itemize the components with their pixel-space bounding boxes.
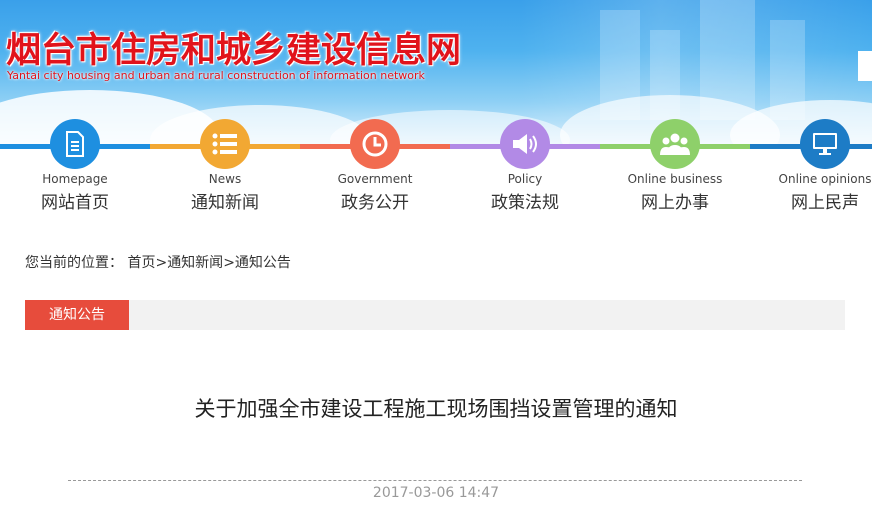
nav-item-online-business[interactable]: Online business 网上办事 — [600, 119, 750, 219]
nav-label-en: News — [208, 172, 242, 186]
site-subtitle: Yantai city housing and urban and rural … — [7, 69, 425, 82]
nav-label-cn: 网上民声 — [791, 193, 859, 213]
breadcrumb-link-news[interactable]: 通知新闻 — [167, 255, 223, 271]
nav-item-policy[interactable]: Policy 政策法规 — [450, 119, 600, 219]
nav-label-cn: 政策法规 — [491, 193, 559, 213]
document-icon — [50, 119, 100, 169]
nav-label-en: Homepage — [42, 172, 108, 186]
nav-label-cn: 通知新闻 — [191, 193, 259, 213]
nav-item-news[interactable]: News 通知新闻 — [150, 119, 300, 219]
nav-label-en: Online opinions — [778, 172, 872, 186]
people-icon — [650, 119, 700, 169]
article-title: 关于加强全市建设工程施工现场围挡设置管理的通知 — [194, 397, 678, 421]
nav-item-homepage[interactable]: Homepage 网站首页 — [0, 119, 150, 219]
main-nav: Homepage 网站首页 News 通知新闻 Government 政务公开 … — [0, 119, 872, 219]
breadcrumb-separator: > — [223, 255, 235, 271]
banner-corner-box — [858, 51, 872, 81]
breadcrumb-link-home[interactable]: 首页 — [127, 255, 155, 271]
section-header-bar: 通知公告 — [25, 300, 845, 330]
breadcrumb-separator: > — [155, 255, 168, 271]
nav-label-cn: 网上办事 — [641, 193, 709, 213]
nav-label-en: Government — [337, 172, 413, 186]
nav-label-cn: 网站首页 — [41, 193, 109, 213]
section-tag: 通知公告 — [25, 300, 129, 330]
speaker-icon — [500, 119, 550, 169]
article-date: 2017-03-06 14:47 — [372, 485, 500, 501]
article-divider — [68, 480, 802, 481]
breadcrumb-link-notices[interactable]: 通知公告 — [235, 255, 291, 271]
breadcrumb: 您当前的位置： 首页>通知新闻>通知公告 — [25, 252, 291, 272]
site-title: 烟台市住房和城乡建设信息网 — [6, 31, 462, 71]
nav-label-cn: 政务公开 — [341, 193, 409, 213]
monitor-icon — [800, 119, 850, 169]
nav-label-en: Online business — [627, 172, 723, 186]
breadcrumb-prefix: 您当前的位置： — [25, 255, 123, 271]
nav-item-online-opinions[interactable]: Online opinions 网上民声 — [750, 119, 872, 219]
nav-label-en: Policy — [507, 172, 543, 186]
list-icon — [200, 119, 250, 169]
clock-icon — [350, 119, 400, 169]
nav-item-government[interactable]: Government 政务公开 — [300, 119, 450, 219]
